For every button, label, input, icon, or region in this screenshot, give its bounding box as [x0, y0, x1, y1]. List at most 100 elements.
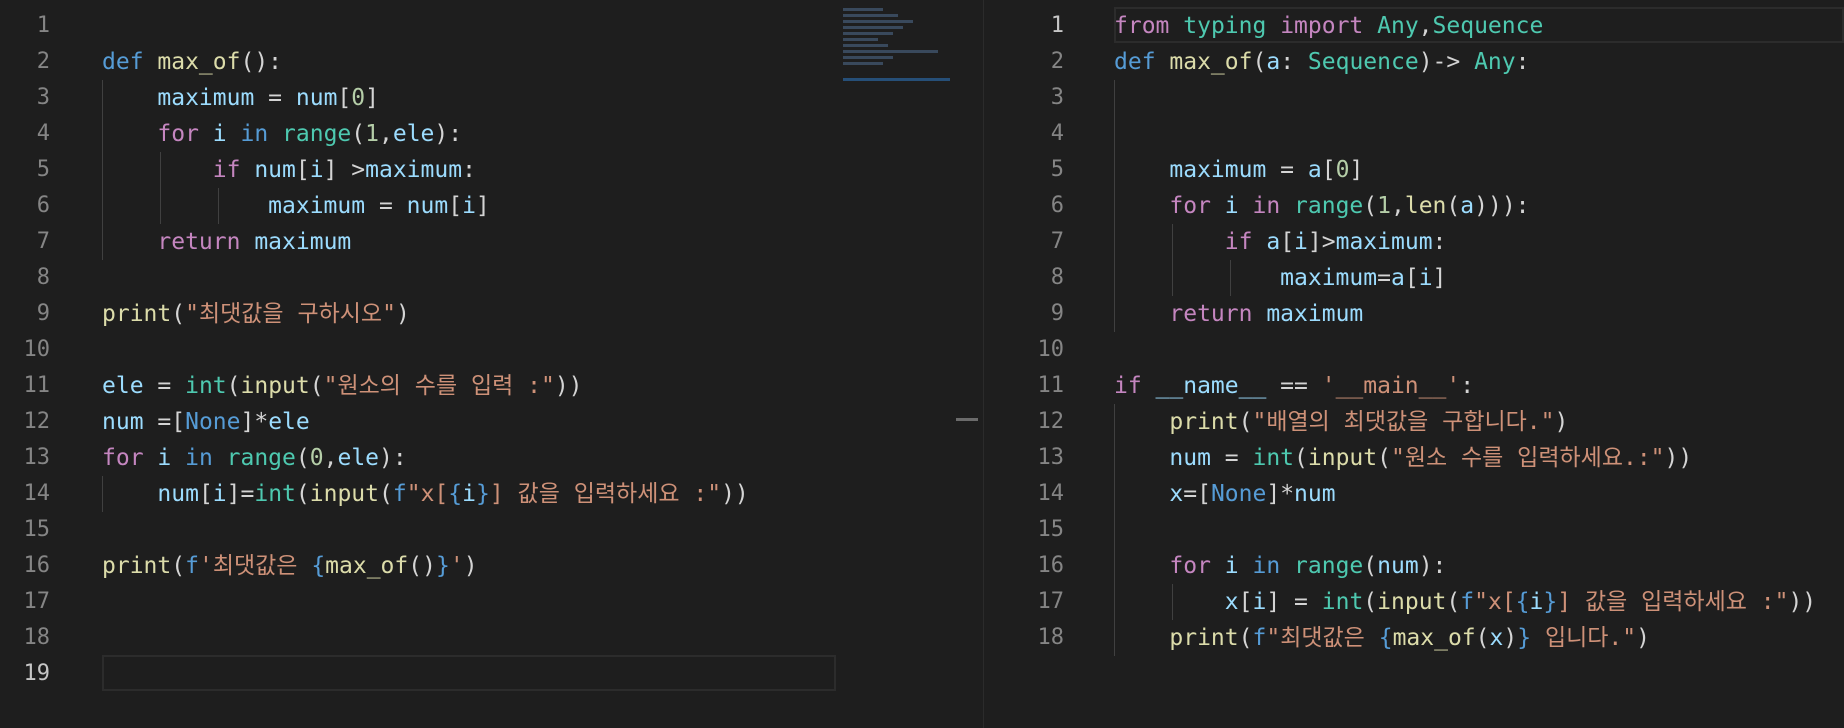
code-line[interactable]: 12 num =[None]*ele [0, 404, 950, 440]
code-token: : [1280, 49, 1308, 75]
code-text[interactable]: def max_of(a: Sequence)-> Any: [1114, 44, 1529, 80]
code-line[interactable]: 15 [0, 512, 950, 548]
code-text[interactable]: maximum=a[i] [1114, 260, 1446, 296]
code-text[interactable]: from typing import Any,Sequence [1114, 8, 1543, 44]
code-text[interactable]: ele = int(input("원소의 수를 입력 :")) [102, 368, 583, 404]
code-text[interactable]: for i in range(0,ele): [102, 440, 407, 476]
code-line[interactable]: 1 [0, 8, 950, 44]
code-text[interactable]: if a[i]>maximum: [1114, 224, 1447, 260]
line-number: 6 [36, 193, 50, 218]
code-token: range [1294, 193, 1364, 219]
code-line[interactable]: 9 return maximum [984, 296, 1844, 332]
code-line[interactable]: 14 x=[None]*num [984, 476, 1844, 512]
code-token: num [102, 409, 144, 435]
code-token: maximum [157, 85, 255, 111]
code-token: (): [240, 49, 283, 75]
code-line[interactable]: 18 print(f"최댓값은 {max_of(x)} 입니다.") [984, 620, 1844, 656]
code-text[interactable]: maximum = num[0] [102, 80, 379, 116]
code-line[interactable]: 6 for i in range(1,len(a))): [984, 188, 1844, 224]
code-token: i [1252, 589, 1267, 615]
code-token: "x[ [1474, 589, 1516, 615]
code-line[interactable]: 9 print("최댓값을 구하시오") [0, 296, 950, 332]
minimap[interactable] [843, 8, 950, 88]
code-line[interactable]: 16 for i in range(num): [984, 548, 1844, 584]
code-line[interactable]: 12 print("배열의 최댓값을 구합니다.") [984, 404, 1844, 440]
sash-handle[interactable] [956, 418, 978, 421]
minimap-slider[interactable] [843, 78, 950, 81]
code-text[interactable]: print(f'최댓값은 {max_of()}') [102, 548, 478, 584]
code-line[interactable]: 3 maximum = num[0] [0, 80, 950, 116]
code-text[interactable]: if __name__ == '__main__': [1114, 368, 1474, 404]
code-token: 0 [351, 85, 366, 111]
code-line[interactable]: 18 [0, 620, 950, 656]
code-token: x [1224, 589, 1239, 615]
code-lines-left[interactable]: 1 2 def max_of(): 3 maximum = num[0] 4 for i… [0, 8, 950, 692]
editor-pane-right[interactable]: 1 from typing import Any,Sequence 2 def max… [984, 0, 1844, 728]
code-line[interactable]: 16 print(f'최댓값은 {max_of()}') [0, 548, 950, 584]
code-token: ( [171, 553, 186, 579]
code-token: , [1418, 13, 1433, 39]
code-text[interactable]: x=[None]*num [1114, 476, 1335, 512]
line-number: 14 [1037, 481, 1065, 506]
line-number: 2 [1050, 49, 1064, 74]
code-text[interactable]: print(f"최댓값은 {max_of(x)} 입니다.") [1114, 620, 1650, 656]
split-divider[interactable] [950, 0, 984, 728]
code-line[interactable]: 5 maximum = a[0] [984, 152, 1844, 188]
editor-pane-left[interactable]: 1 2 def max_of(): 3 maximum = num[0] 4 for i… [0, 0, 950, 728]
indent-guide [160, 152, 161, 224]
code-text[interactable]: maximum = a[0] [1114, 152, 1363, 188]
code-token: )) [721, 481, 749, 507]
code-token: ] > [323, 157, 366, 183]
code-token: ( [1238, 409, 1253, 435]
code-line[interactable]: 7 if a[i]>maximum: [984, 224, 1844, 260]
code-token: f [392, 481, 407, 507]
line-number: 12 [1037, 409, 1065, 434]
code-token: ( [379, 481, 393, 507]
code-token: a [1390, 265, 1405, 291]
code-token: for [157, 121, 213, 147]
code-token: if [1224, 229, 1267, 255]
code-text[interactable]: for i in range(1,ele): [102, 116, 462, 152]
code-line[interactable]: 6 maximum = num[i] [0, 188, 950, 224]
code-text[interactable]: if num[i] >maximum: [102, 152, 476, 188]
code-line[interactable]: 13 num = int(input("원소 수를 입력하세요.:")) [984, 440, 1844, 476]
code-line[interactable]: 4 [984, 116, 1844, 152]
code-token: ( [1294, 445, 1308, 471]
code-text[interactable]: for i in range(num): [1114, 548, 1446, 584]
code-line[interactable]: 5 if num[i] >maximum: [0, 152, 950, 188]
code-line[interactable]: 11 ele = int(input("원소의 수를 입력 :")) [0, 368, 950, 404]
code-line[interactable]: 1 from typing import Any,Sequence [984, 7, 1844, 44]
code-lines-right[interactable]: 1 from typing import Any,Sequence 2 def max… [984, 7, 1844, 656]
code-line[interactable]: 11 if __name__ == '__main__': [984, 368, 1844, 404]
code-text[interactable]: return maximum [1114, 296, 1363, 332]
code-line[interactable]: 2 def max_of(): [0, 44, 950, 80]
code-text[interactable]: num = int(input("원소 수를 입력하세요.:")) [1114, 440, 1692, 476]
code-text[interactable]: num =[None]*ele [102, 404, 310, 440]
code-text[interactable]: return maximum [102, 224, 351, 260]
code-text[interactable]: def max_of(): [102, 44, 282, 80]
code-text[interactable]: for i in range(1,len(a))): [1114, 188, 1529, 224]
code-line[interactable]: 10 [0, 332, 950, 368]
code-token: def [102, 49, 158, 75]
code-text[interactable]: print("배열의 최댓값을 구합니다.") [1114, 404, 1568, 440]
code-token: ]* [240, 409, 269, 435]
code-text[interactable]: print("최댓값을 구하시오") [102, 296, 410, 332]
code-line[interactable]: 19 [0, 655, 950, 692]
code-text[interactable]: x[i] = int(input(f"x[{i}] 값을 입력하세요 :")) [1114, 584, 1816, 620]
code-line[interactable]: 8 [0, 260, 950, 296]
code-line[interactable]: 17 x[i] = int(input(f"x[{i}] 값을 입력하세요 :"… [984, 584, 1844, 620]
code-line[interactable]: 4 for i in range(1,ele): [0, 116, 950, 152]
code-token: } [1517, 625, 1532, 651]
code-line[interactable]: 10 [984, 332, 1844, 368]
code-line[interactable]: 17 [0, 584, 950, 620]
indent-guide [102, 80, 103, 260]
code-line[interactable]: 7 return maximum [0, 224, 950, 260]
code-token: [ [295, 157, 310, 183]
code-line[interactable]: 2 def max_of(a: Sequence)-> Any: [984, 44, 1844, 80]
code-text[interactable]: num[i]=int(input(f"x[{i}] 값을 입력하세요 :")) [102, 476, 749, 512]
code-line[interactable]: 3 [984, 80, 1844, 116]
code-line[interactable]: 14 num[i]=int(input(f"x[{i}] 값을 입력하세요 :"… [0, 476, 950, 512]
code-line[interactable]: 15 [984, 512, 1844, 548]
code-line[interactable]: 13 for i in range(0,ele): [0, 440, 950, 476]
code-line[interactable]: 8 maximum=a[i] [984, 260, 1844, 296]
